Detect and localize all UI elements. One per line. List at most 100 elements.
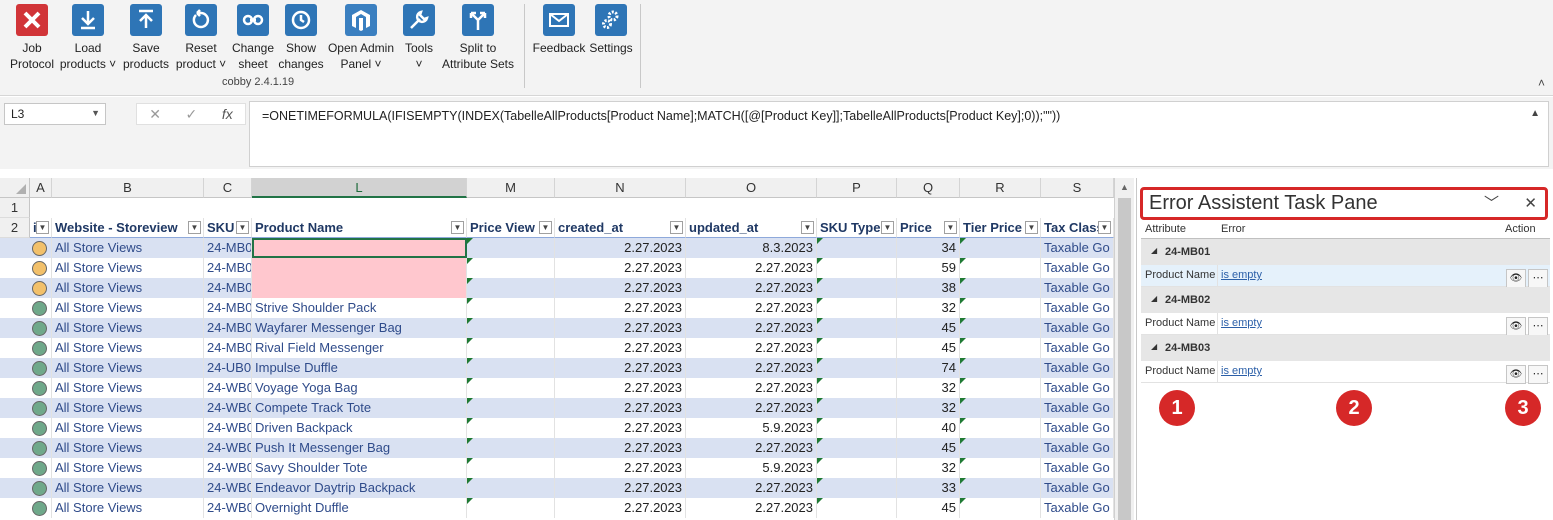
table-cell[interactable]: 24-MB0	[204, 258, 252, 278]
table-cell[interactable]	[30, 358, 52, 378]
column-header-a[interactable]: A	[30, 178, 52, 198]
load-products-button[interactable]: Load products ˅	[58, 4, 118, 72]
table-cell[interactable]: Impulse Duffle	[252, 358, 467, 378]
table-cell[interactable]	[960, 258, 1041, 278]
settings-button[interactable]: Settings	[588, 4, 634, 56]
filter-dropdown-icon[interactable]: ▼	[451, 221, 464, 234]
filter-dropdown-icon[interactable]: ▼	[1025, 221, 1038, 234]
table-cell[interactable]: Taxable Go	[1041, 318, 1114, 338]
table-cell[interactable]: 45	[897, 338, 960, 358]
table-cell[interactable]	[30, 478, 52, 498]
filter-dropdown-icon[interactable]: ▼	[881, 221, 894, 234]
table-cell[interactable]	[467, 278, 555, 298]
table-cell[interactable]: All Store Views	[52, 278, 204, 298]
column-header-r[interactable]: R	[960, 178, 1041, 198]
table-cell[interactable]: 2.27.2023	[555, 378, 686, 398]
table-cell[interactable]	[960, 298, 1041, 318]
table-cell[interactable]	[960, 278, 1041, 298]
table-cell[interactable]	[252, 278, 467, 298]
table-cell[interactable]	[467, 458, 555, 478]
table-cell[interactable]: Taxable Go	[1041, 338, 1114, 358]
column-header-m[interactable]: M	[467, 178, 555, 198]
table-cell[interactable]: 2.27.2023	[555, 458, 686, 478]
table-cell[interactable]: 24-MB0	[204, 318, 252, 338]
table-cell[interactable]	[467, 398, 555, 418]
row-header[interactable]: 1	[0, 198, 30, 218]
table-cell[interactable]: Endeavor Daytrip Backpack	[252, 478, 467, 498]
error-row[interactable]: Product Name is empty 👁 ⋯	[1141, 265, 1550, 288]
error-row[interactable]: Product Name is empty 👁 ⋯	[1141, 361, 1550, 384]
table-cell[interactable]: 24-MB0	[204, 298, 252, 318]
table-cell[interactable]	[817, 278, 897, 298]
reset-product-button[interactable]: Reset product ˅	[174, 4, 228, 72]
table-cell[interactable]	[817, 378, 897, 398]
vertical-scrollbar[interactable]: ▲	[1114, 178, 1134, 520]
table-cell[interactable]	[252, 238, 467, 258]
column-header-p[interactable]: P	[817, 178, 897, 198]
table-cell[interactable]: Savy Shoulder Tote	[252, 458, 467, 478]
table-cell[interactable]: All Store Views	[52, 458, 204, 478]
table-cell[interactable]: 74	[897, 358, 960, 378]
table-cell[interactable]	[817, 358, 897, 378]
show-changes-button[interactable]: Show changes	[278, 4, 324, 72]
table-cell[interactable]: 24-MB0	[204, 278, 252, 298]
table-cell[interactable]: 2.27.2023	[686, 398, 817, 418]
table-cell[interactable]	[467, 298, 555, 318]
eye-icon[interactable]: 👁	[1506, 317, 1526, 336]
table-header-cell[interactable]: Price View ▼	[467, 218, 555, 238]
table-cell[interactable]: All Store Views	[52, 378, 204, 398]
table-cell[interactable]	[467, 318, 555, 338]
table-cell[interactable]: 32	[897, 378, 960, 398]
table-cell[interactable]: 5.9.2023	[686, 418, 817, 438]
table-cell[interactable]	[30, 418, 52, 438]
table-cell[interactable]: Taxable Go	[1041, 278, 1114, 298]
error-link[interactable]: is empty	[1221, 365, 1262, 377]
table-cell[interactable]	[960, 338, 1041, 358]
table-cell[interactable]: 24-WB0	[204, 458, 252, 478]
column-header-b[interactable]: B	[52, 178, 204, 198]
scroll-thumb[interactable]	[1118, 198, 1131, 520]
table-cell[interactable]	[817, 418, 897, 438]
table-cell[interactable]	[817, 458, 897, 478]
table-cell[interactable]	[30, 498, 52, 518]
table-cell[interactable]	[817, 238, 897, 258]
table-cell[interactable]: 8.3.2023	[686, 238, 817, 258]
filter-dropdown-icon[interactable]: ▼	[539, 221, 552, 234]
table-header-cell[interactable]: Tier Price ▼	[960, 218, 1041, 238]
filter-dropdown-icon[interactable]: ▼	[944, 221, 957, 234]
table-cell[interactable]: All Store Views	[52, 398, 204, 418]
change-sheet-button[interactable]: Change sheet	[230, 4, 276, 72]
table-cell[interactable]	[30, 378, 52, 398]
table-cell[interactable]: 24-WB0	[204, 398, 252, 418]
table-cell[interactable]	[30, 438, 52, 458]
table-cell[interactable]: Wayfarer Messenger Bag	[252, 318, 467, 338]
filter-dropdown-icon[interactable]: ▼	[801, 221, 814, 234]
table-cell[interactable]: 2.27.2023	[555, 318, 686, 338]
table-cell[interactable]: Strive Shoulder Pack	[252, 298, 467, 318]
table-cell[interactable]: 24-WB0	[204, 418, 252, 438]
table-cell[interactable]: 2.27.2023	[686, 478, 817, 498]
table-cell[interactable]: 2.27.2023	[555, 438, 686, 458]
table-header-cell[interactable]: created_at ▼	[555, 218, 686, 238]
close-icon[interactable]: ✕	[1524, 190, 1537, 217]
fx-icon[interactable]: fx	[222, 106, 233, 122]
cancel-icon[interactable]: ✕	[149, 106, 161, 123]
table-cell[interactable]: Taxable Go	[1041, 298, 1114, 318]
table-cell[interactable]: All Store Views	[52, 298, 204, 318]
table-cell[interactable]: Taxable Go	[1041, 418, 1114, 438]
column-header-n[interactable]: N	[555, 178, 686, 198]
chevron-down-icon[interactable]: ◢	[1151, 342, 1157, 351]
table-cell[interactable]	[30, 338, 52, 358]
table-header-cell[interactable]: SKU ▼	[204, 218, 252, 238]
table-cell[interactable]	[817, 258, 897, 278]
table-cell[interactable]	[30, 278, 52, 298]
table-header-cell[interactable]: Website - Storeview ▼	[52, 218, 204, 238]
error-link[interactable]: is empty	[1221, 269, 1262, 281]
table-cell[interactable]	[960, 358, 1041, 378]
table-cell[interactable]: 32	[897, 458, 960, 478]
table-cell[interactable]: 2.27.2023	[686, 318, 817, 338]
table-cell[interactable]: 2.27.2023	[555, 358, 686, 378]
table-header-cell[interactable]: SKU Type ▼	[817, 218, 897, 238]
table-cell[interactable]	[817, 338, 897, 358]
table-cell[interactable]: All Store Views	[52, 418, 204, 438]
